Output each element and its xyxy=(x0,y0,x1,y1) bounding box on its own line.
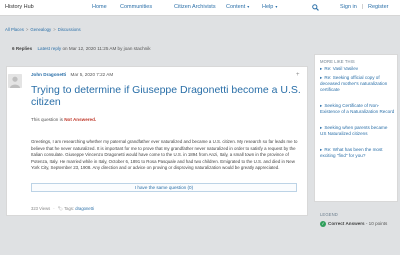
legend-heading: LEGEND xyxy=(320,212,338,217)
nav-help[interactable]: Help ▾ xyxy=(262,4,277,10)
reply-count: 6 Replies xyxy=(12,46,33,51)
nav-separator: | xyxy=(362,4,364,10)
post-date: Mar 5, 2020 7:22 AM xyxy=(70,72,114,77)
author-name[interactable]: John Dragonetti xyxy=(31,72,66,77)
related-thread-label: Seeking when parents became US Naturaliz… xyxy=(320,125,388,137)
related-thread-label: Seeking Certificate of Non-Existence of … xyxy=(320,103,395,115)
related-thread-label: Re: Vasil Vasilev xyxy=(324,66,359,71)
legend-correct-answers: ✓ Correct Answers - 10 points xyxy=(320,221,387,227)
latest-reply-info: on Mar 12, 2020 11:25 AM by joan stachni… xyxy=(62,46,151,51)
arrow-right-icon: ▸ xyxy=(320,75,323,80)
nav-content-label: Content xyxy=(226,4,246,10)
avatar[interactable] xyxy=(8,74,22,88)
more-like-this-heading: MORE LIKE THIS xyxy=(320,59,355,64)
view-count: 323 Views xyxy=(31,206,51,211)
nav-communities[interactable]: Communities xyxy=(120,4,152,10)
nav-help-label: Help xyxy=(262,4,274,10)
arrow-right-icon: ▸ xyxy=(320,103,323,108)
related-thread-link[interactable]: ▸ Seeking when parents became US Naturali… xyxy=(320,125,395,137)
tags-label: Tags: xyxy=(64,206,75,211)
tag-link[interactable]: dragonetti xyxy=(75,206,94,211)
top-navigation-bar: History Hub Home Communities Citizen Arc… xyxy=(0,0,400,16)
breadcrumb-separator: > xyxy=(25,27,29,32)
arrow-right-icon: ▸ xyxy=(320,147,323,152)
answer-status-value: Not Answered. xyxy=(64,117,97,122)
tag-icon: 🏷 xyxy=(57,206,63,211)
breadcrumb-separator: > xyxy=(53,27,56,32)
answer-status-prefix: This question is xyxy=(31,117,63,122)
legend-correct-points: - 10 points xyxy=(365,221,388,227)
related-thread-label: Re: What has been the most exciting "fin… xyxy=(320,147,383,159)
legend-correct-label: Correct Answers xyxy=(328,221,365,227)
chevron-down-icon: ▾ xyxy=(247,4,250,9)
arrow-right-icon: ▸ xyxy=(320,125,323,130)
author-line: John Dragonetti Mar 5, 2020 7:22 AM xyxy=(31,72,113,77)
site-logo[interactable]: History Hub xyxy=(5,4,34,10)
signin-link[interactable]: Sign in xyxy=(340,4,357,10)
breadcrumb-all-places[interactable]: All Places xyxy=(5,27,24,32)
arrow-right-icon: ▸ xyxy=(320,66,323,71)
related-thread-link[interactable]: ▸ Re: Vasil Vasilev xyxy=(320,66,395,72)
related-thread-link[interactable]: ▸ Seeking Certificate of Non-Existence of… xyxy=(320,103,395,115)
register-link[interactable]: Register xyxy=(368,4,388,10)
search-icon[interactable] xyxy=(312,4,319,13)
nav-citizen-archivists[interactable]: Citizen Archivists xyxy=(174,4,216,10)
breadcrumb-genealogy[interactable]: Genealogy xyxy=(30,27,51,32)
related-thread-label: Re: Seeking official copy of deceased mo… xyxy=(320,75,388,93)
nav-content[interactable]: Content ▾ xyxy=(226,4,249,10)
same-question-label: I have the same question (0) xyxy=(134,185,194,190)
question-footer: 323 Views · 🏷 Tags: dragonetti xyxy=(31,206,94,211)
check-icon: ✓ xyxy=(320,221,326,227)
answer-status: This question is Not Answered. xyxy=(31,117,96,122)
question-body: Greetings, I am researching whether my p… xyxy=(31,139,298,171)
question-title: Trying to determine if Giuseppe Dragonet… xyxy=(31,84,301,108)
related-thread-link[interactable]: ▸ Re: Seeking official copy of deceased m… xyxy=(320,75,395,94)
latest-reply-link[interactable]: Latest reply xyxy=(37,46,61,51)
breadcrumb-discussions[interactable]: Discussions xyxy=(58,27,81,32)
thread-stats: 6 Replies Latest reply on Mar 12, 2020 1… xyxy=(12,46,151,51)
chevron-down-icon: ▾ xyxy=(275,4,278,9)
related-thread-link[interactable]: ▸ Re: What has been the most exciting "fi… xyxy=(320,147,395,159)
expand-icon[interactable]: + xyxy=(296,72,300,78)
breadcrumb: All Places > Genealogy > Discussions xyxy=(5,27,81,32)
same-question-button[interactable]: I have the same question (0) xyxy=(31,183,297,192)
nav-home[interactable]: Home xyxy=(92,4,107,10)
